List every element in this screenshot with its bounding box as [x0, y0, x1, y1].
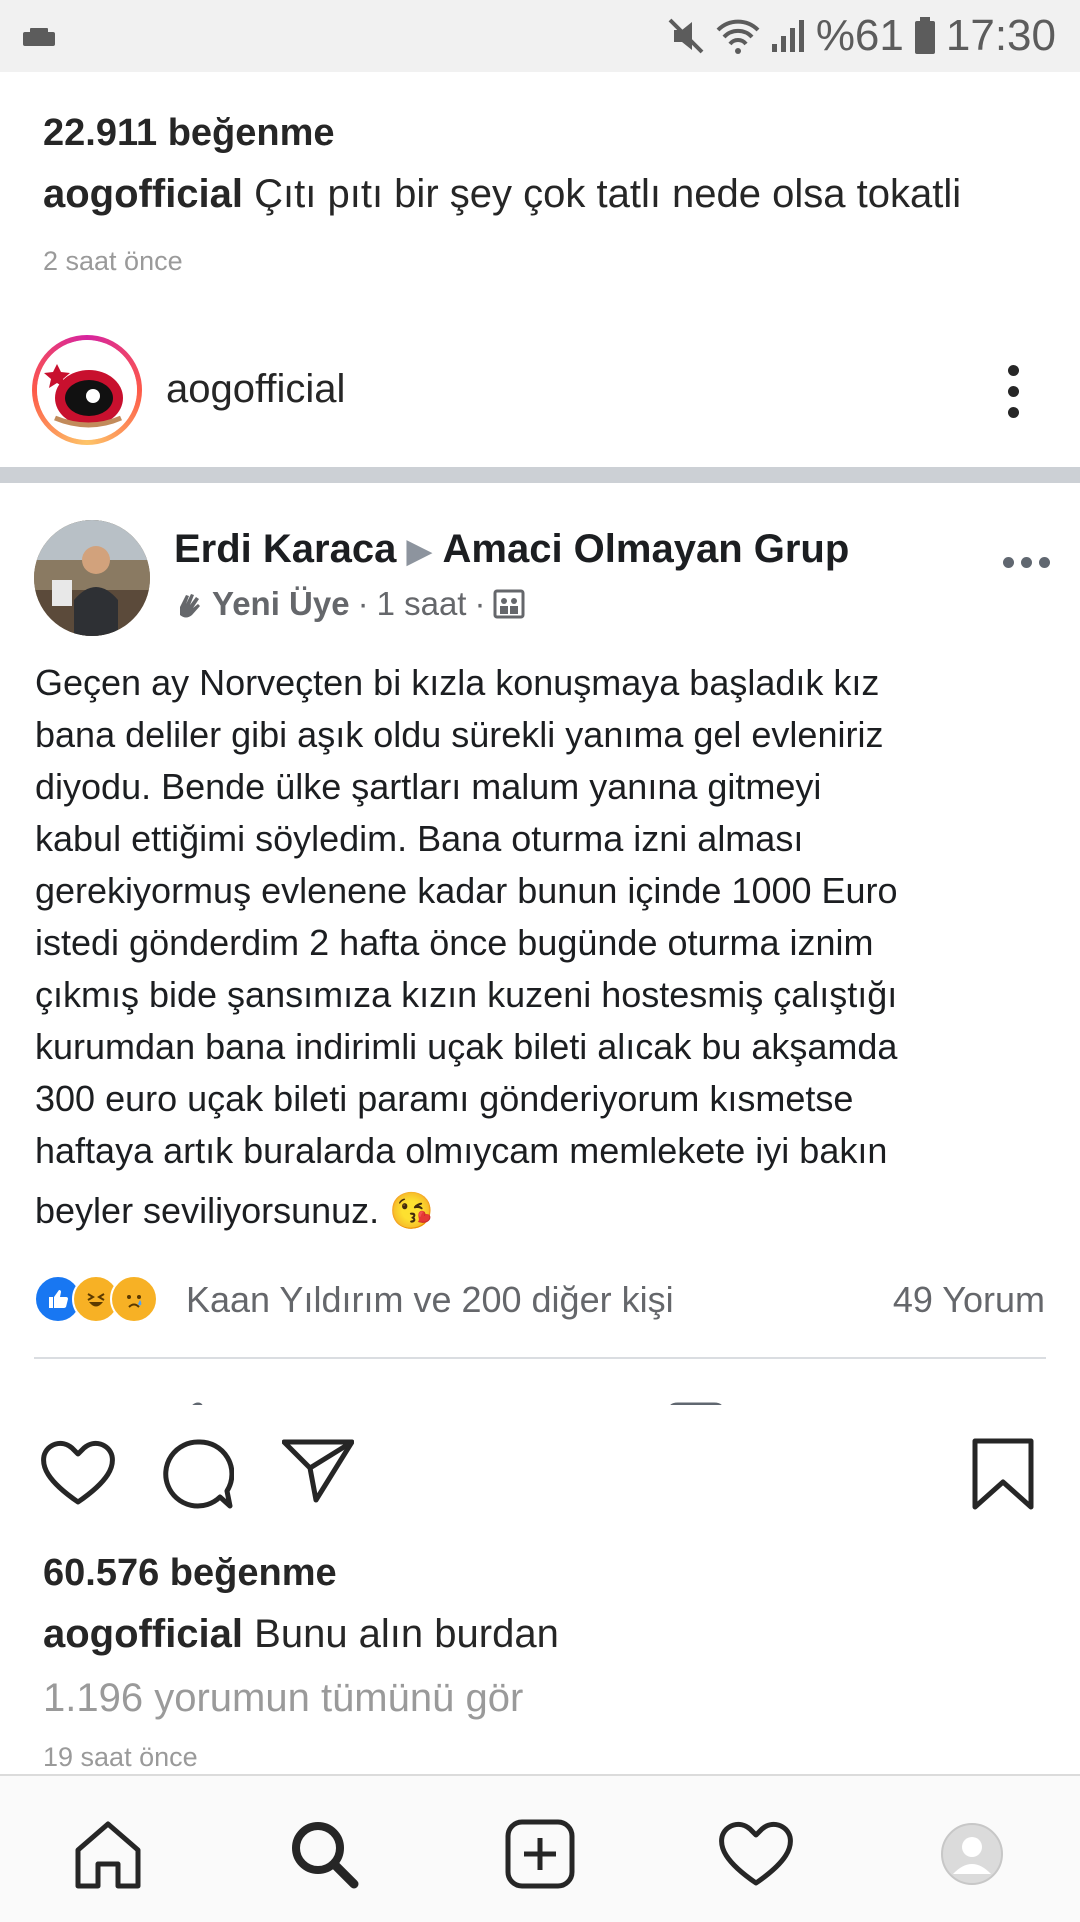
fb-text-line: çıkmış bide şansımıza kızın kuzeni hoste…: [35, 974, 898, 1015]
bottom-nav: [0, 1774, 1080, 1922]
fb-divider: [34, 1357, 1046, 1359]
fb-group-name: Amaci Olmayan Grup: [442, 527, 850, 571]
fb-text-line: 300 euro uçak bileti paramı gönderiyorum…: [35, 1078, 854, 1119]
activity-heart-icon[interactable]: [716, 1814, 796, 1894]
fb-text-line: kurumdan bana indirimli uçak bileti alıc…: [35, 1026, 898, 1067]
fb-cropped-actions: [0, 1397, 1080, 1405]
post-header: aogofficial: [0, 335, 1080, 445]
avatar-logo-icon: [37, 340, 137, 440]
post-likes[interactable]: 60.576 beğenme: [43, 1552, 337, 1595]
keyboard-icon: [22, 28, 56, 53]
fb-text-line: Geçen ay Norveçten bi kızla konuşmaya ba…: [35, 662, 880, 703]
fb-time: 1 saat: [376, 585, 467, 622]
fb-text-line: beyler seviliyorsunuz. 😘: [35, 1190, 434, 1231]
home-icon[interactable]: [68, 1814, 148, 1894]
status-bar: %61 17:30: [0, 0, 1080, 72]
signal-icon: [770, 18, 806, 54]
fb-comment-count: 49 Yorum: [892, 1279, 1045, 1320]
caption-username[interactable]: aogofficial: [43, 172, 243, 216]
more-options-icon[interactable]: [1008, 365, 1020, 419]
fb-arrow-icon: ▶: [406, 532, 433, 570]
fb-author-name: Erdi Karaca: [174, 527, 397, 571]
fb-post-text: Geçen ay Norveçten bi kızla konuşmaya ba…: [35, 657, 1055, 1237]
new-post-icon[interactable]: [500, 1814, 580, 1894]
fb-text-line: gerekiyormuş evlenene kadar bunun içinde…: [35, 870, 898, 911]
like-heart-icon[interactable]: [40, 1438, 116, 1513]
mute-icon: [666, 16, 706, 56]
fb-badge: Yeni Üye: [212, 585, 350, 622]
battery-icon: [914, 17, 936, 55]
post-time: 19 saat önce: [43, 1742, 198, 1772]
fb-author-avatar: [34, 520, 150, 636]
caption-username[interactable]: aogofficial: [43, 1612, 243, 1656]
wave-hand-icon: [180, 594, 200, 618]
fb-meta: Yeni Üye · 1 saat ·: [174, 585, 525, 623]
fb-reaction-count: Kaan Yıldırım ve 200 diğer kişi: [186, 1279, 674, 1320]
battery-percent: %61: [815, 11, 904, 60]
sad-reaction-icon: [110, 1275, 158, 1323]
view-all-comments-link[interactable]: 1.196 yorumun tümünü gör: [43, 1676, 523, 1721]
post-image[interactable]: Erdi Karaca ▶ Amaci Olmayan Grup Yeni Üye …: [0, 467, 1080, 1405]
previous-post-time: 2 saat önce: [43, 246, 183, 276]
post-caption: aogofficial Bunu alın burdan: [43, 1612, 559, 1657]
comment-icon[interactable]: [162, 1438, 235, 1515]
group-privacy-icon: [493, 589, 525, 619]
fb-separator: ·: [357, 585, 369, 622]
search-icon[interactable]: [284, 1814, 364, 1894]
bookmark-icon[interactable]: [972, 1438, 1034, 1515]
fb-reactions: [34, 1275, 158, 1323]
previous-post-likes[interactable]: 22.911 beğenme: [43, 112, 335, 155]
previous-post-caption: aogofficial Çıtı pıtı bir şey çok tatlı …: [43, 172, 961, 217]
fb-text-line: kabul ettiğimi söyledim. Bana oturma izn…: [35, 818, 804, 859]
post-actions: [0, 1438, 1080, 1518]
fb-text-line: istedi gönderdim 2 hafta önce bugünde ot…: [35, 922, 874, 963]
profile-icon[interactable]: [932, 1814, 1012, 1894]
fb-separator: ·: [474, 585, 486, 622]
fb-text-line: bana deliler gibi aşık oldu sürekli yanı…: [35, 714, 884, 755]
fb-author-line: Erdi Karaca ▶ Amaci Olmayan Grup: [174, 527, 849, 572]
clock: 17:30: [945, 11, 1056, 60]
profile-avatar[interactable]: [32, 335, 142, 445]
post-username[interactable]: aogofficial: [166, 367, 345, 412]
fb-more-icon: [1003, 557, 1050, 568]
fb-text-line: diyodu. Bende ülke şartları malum yanına…: [35, 766, 822, 807]
share-send-icon[interactable]: [281, 1438, 355, 1509]
fb-text-line: haftaya artık buralarda olmıycam memleke…: [35, 1130, 888, 1171]
wifi-icon: [716, 16, 760, 56]
caption-text: Çıtı pıtı bir şey çok tatlı nede olsa to…: [243, 172, 962, 216]
image-top-divider: [0, 467, 1080, 483]
caption-text: Bunu alın burdan: [243, 1612, 559, 1656]
